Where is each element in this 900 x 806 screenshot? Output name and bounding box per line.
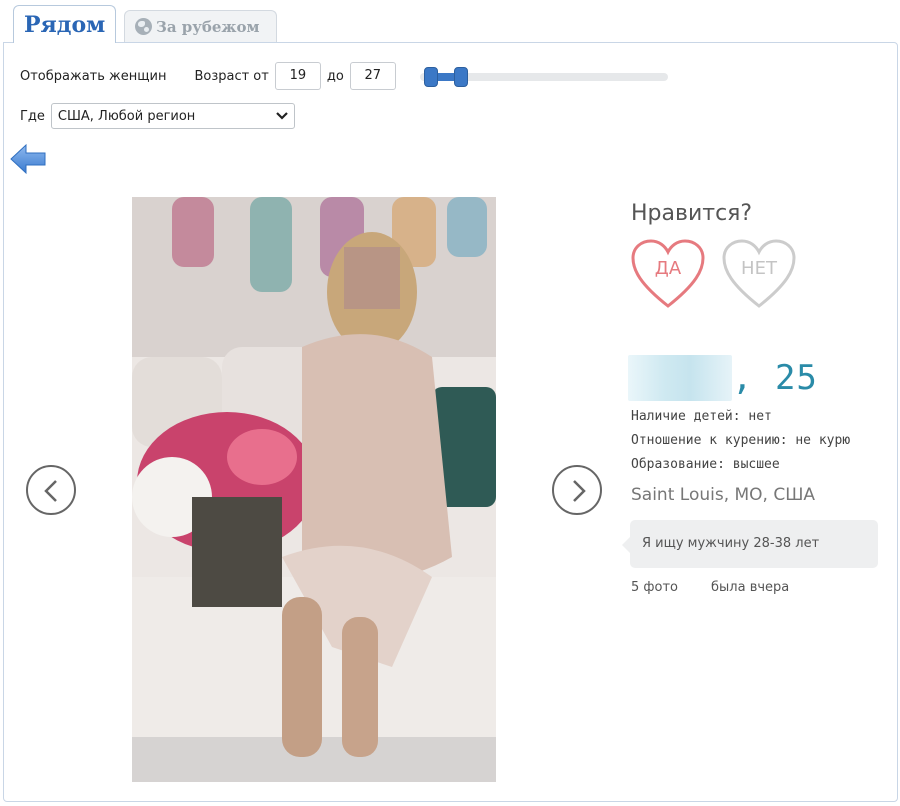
profile-age: , 25 [732, 358, 818, 398]
chevron-right-icon [573, 480, 586, 502]
like-no-label: НЕТ [741, 258, 777, 279]
show-women-label: Отображать женщин [20, 68, 167, 84]
photos-count-link[interactable]: 5 фото [631, 580, 678, 595]
education-info: Образование: высшее [631, 457, 780, 472]
location-filter-row: Где США, Любой регион [20, 103, 295, 129]
like-yes-button[interactable]: ДА [630, 238, 706, 310]
age-from-label: Возраст от [194, 68, 269, 84]
like-question: Нравится? [631, 201, 753, 226]
prev-photo-button[interactable] [26, 465, 76, 515]
seeking-text: Я ищу мужчину 28-38 лет [642, 536, 820, 551]
age-to-label: до [326, 68, 344, 84]
region-select-value: США, Любой регион [57, 108, 196, 124]
age-range-slider[interactable] [420, 67, 668, 87]
age-to-input[interactable]: 27 [349, 62, 396, 90]
tab-nearby[interactable]: Рядом [13, 5, 116, 43]
profile-city: Saint Louis, MO, США [631, 485, 816, 505]
tab-nearby-label: Рядом [24, 11, 106, 38]
slider-handle-max[interactable] [454, 67, 468, 87]
profile-photo[interactable] [132, 197, 496, 782]
chevron-down-icon [276, 108, 288, 124]
region-select[interactable]: США, Любой регион [50, 103, 295, 129]
like-yes-label: ДА [654, 258, 682, 279]
tab-abroad-label: За рубежом [156, 17, 260, 36]
slider-handle-min[interactable] [424, 67, 438, 87]
back-arrow-icon[interactable] [10, 143, 46, 175]
last-seen-status: была вчера [711, 580, 790, 595]
globe-icon [135, 18, 152, 35]
tab-abroad[interactable]: За рубежом [124, 10, 277, 42]
profile-name-blurred [628, 355, 732, 401]
age-filter-row: Отображать женщин Возраст от 19 до 27 [20, 61, 402, 91]
where-label: Где [20, 108, 45, 124]
seeking-bubble: Я ищу мужчину 28-38 лет [622, 520, 878, 568]
chevron-left-icon [44, 480, 57, 502]
smoking-info: Отношение к курению: не курю [631, 433, 851, 448]
like-no-button[interactable]: НЕТ [721, 238, 797, 310]
children-info: Наличие детей: нет [631, 409, 772, 424]
next-photo-button[interactable] [552, 465, 602, 515]
age-from-input[interactable]: 19 [274, 62, 321, 90]
